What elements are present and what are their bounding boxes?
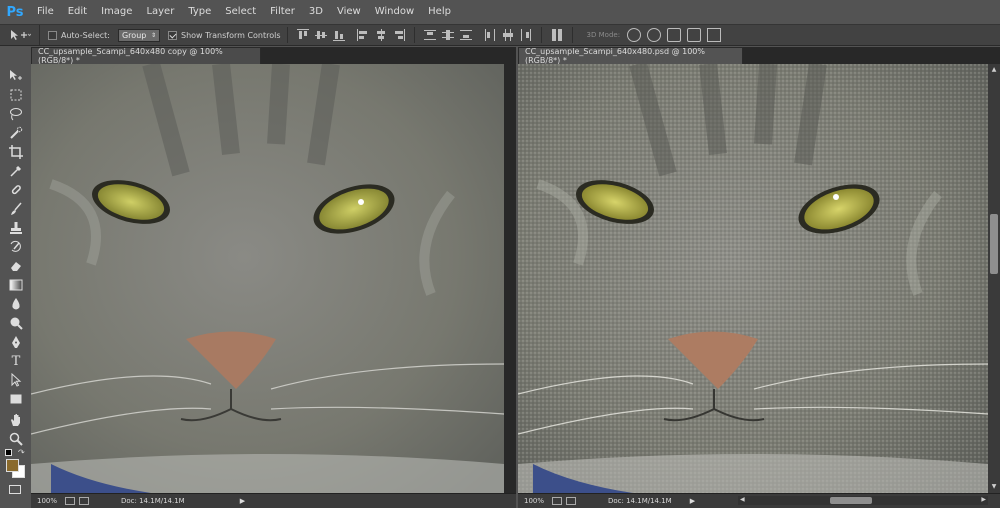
path-select-tool-icon[interactable]	[8, 372, 24, 388]
3d-scale-icon[interactable]	[707, 28, 722, 42]
menu-image[interactable]: Image	[94, 0, 139, 24]
align-bottom-edges-icon[interactable]	[332, 28, 346, 42]
scroll-up-icon[interactable]: ▲	[990, 66, 998, 74]
align-vertical-centers-icon[interactable]	[314, 28, 328, 42]
document-tab-left[interactable]: CC_upsample_Scampi_640x480 copy @ 100% (…	[31, 47, 261, 65]
cat-photo-right	[518, 64, 988, 493]
hand-tool-icon[interactable]	[8, 412, 24, 428]
pen-tool-icon[interactable]	[8, 334, 24, 350]
eraser-tool-icon[interactable]	[8, 258, 24, 274]
distribute-horizontal-centers-icon[interactable]	[501, 28, 515, 42]
distribute-vertical-centers-icon[interactable]	[441, 28, 455, 42]
document-tab-right[interactable]: CC_upsample_Scampi_640x480.psd @ 100% (R…	[518, 47, 743, 65]
auto-select-target-dropdown[interactable]: Group ⇕	[117, 28, 160, 42]
align-right-edges-icon[interactable]	[392, 28, 406, 42]
status-menu-arrow-icon[interactable]: ▶	[690, 497, 695, 505]
zoom-level[interactable]: 100%	[31, 497, 61, 505]
document-title: CC_upsample_Scampi_640x480 copy @ 100% (…	[38, 47, 223, 65]
dropdown-stepper-icon: ⇕	[150, 31, 156, 39]
3d-orbit-icon[interactable]	[627, 28, 642, 42]
clone-stamp-tool-icon[interactable]	[8, 220, 24, 236]
auto-select-target-value: Group	[121, 30, 147, 40]
align-top-edges-icon[interactable]	[296, 28, 310, 42]
document-size[interactable]: Doc: 14.1M/14.1M	[608, 497, 672, 505]
history-brush-tool-icon[interactable]	[8, 239, 24, 255]
dodge-tool-icon[interactable]	[8, 315, 24, 331]
vertical-scroll-thumb[interactable]	[990, 214, 998, 274]
distribute-right-edges-icon[interactable]	[519, 28, 533, 42]
proof-icon[interactable]	[65, 497, 75, 505]
quick-mask-icon[interactable]	[9, 485, 21, 494]
crop-tool-icon[interactable]	[8, 144, 24, 160]
status-bar-left: 100% Doc: 14.1M/14.1M ▶	[31, 493, 516, 508]
gradient-tool-icon[interactable]	[8, 277, 24, 293]
type-tool-icon[interactable]: T	[8, 353, 24, 369]
3d-mode-label: 3D Mode:	[586, 31, 621, 39]
menu-view[interactable]: View	[330, 0, 368, 24]
proof-icon[interactable]	[552, 497, 562, 505]
horizontal-scrollbar-right[interactable]: ◀ ▶	[738, 496, 988, 505]
move-tool-preset-icon[interactable]	[0, 25, 40, 45]
export-icon[interactable]	[566, 497, 576, 505]
3d-roll-icon[interactable]	[647, 28, 662, 42]
image-canvas-right[interactable]	[518, 64, 988, 493]
menu-window[interactable]: Window	[368, 0, 421, 24]
show-transform-label: Show Transform Controls	[180, 30, 281, 40]
options-divider	[286, 27, 288, 43]
rectangle-tool-icon[interactable]	[8, 391, 24, 407]
menu-filter[interactable]: Filter	[263, 0, 302, 24]
menu-3d[interactable]: 3D	[302, 0, 330, 24]
options-divider	[413, 27, 415, 43]
swap-colors-icon[interactable]: ↷	[18, 448, 25, 457]
scroll-down-icon[interactable]: ▼	[990, 483, 998, 491]
eyedropper-tool-icon[interactable]	[8, 163, 24, 179]
options-divider	[540, 27, 542, 43]
menu-bar: Ps File Edit Image Layer Type Select Fil…	[0, 0, 1000, 24]
foreground-color-swatch[interactable]	[6, 459, 19, 472]
vertical-scrollbar-right[interactable]: ▲ ▼	[988, 64, 1000, 493]
distribute-top-edges-icon[interactable]	[423, 28, 437, 42]
horizontal-scroll-thumb[interactable]	[830, 497, 872, 504]
export-icon[interactable]	[79, 497, 89, 505]
auto-select-checkbox[interactable]	[48, 30, 57, 40]
spot-healing-tool-icon[interactable]	[8, 182, 24, 198]
scroll-left-icon[interactable]: ◀	[740, 496, 745, 503]
image-canvas-left[interactable]	[31, 64, 504, 493]
menu-edit[interactable]: Edit	[61, 0, 94, 24]
menu-select[interactable]: Select	[218, 0, 263, 24]
zoom-tool-icon[interactable]	[8, 431, 24, 447]
align-horizontal-centers-icon[interactable]	[374, 28, 388, 42]
align-left-edges-icon[interactable]	[356, 28, 370, 42]
move-tool-icon[interactable]	[8, 68, 24, 84]
document-window-right: CC_upsample_Scampi_640x480.psd @ 100% (R…	[518, 47, 1000, 508]
menu-help[interactable]: Help	[421, 0, 458, 24]
options-bar: Auto-Select: Group ⇕ Show Transform Cont…	[0, 24, 1000, 46]
quick-select-tool-icon[interactable]	[8, 125, 24, 141]
3d-slide-icon[interactable]	[687, 28, 702, 42]
document-size[interactable]: Doc: 14.1M/14.1M	[121, 497, 185, 505]
document-window-left: CC_upsample_Scampi_640x480 copy @ 100% (…	[31, 47, 516, 508]
distribute-left-edges-icon[interactable]	[483, 28, 497, 42]
scroll-right-icon[interactable]: ▶	[981, 496, 986, 503]
status-menu-arrow-icon[interactable]: ▶	[240, 497, 245, 505]
menu-layer[interactable]: Layer	[139, 0, 181, 24]
show-transform-checkbox[interactable]	[167, 30, 177, 40]
menu-type[interactable]: Type	[181, 0, 218, 24]
document-title: CC_upsample_Scampi_640x480.psd @ 100% (R…	[525, 47, 705, 65]
auto-align-layers-icon[interactable]	[550, 28, 564, 42]
cat-photo-left	[31, 64, 504, 493]
photoshop-logo: Ps	[6, 4, 24, 20]
marquee-tool-icon[interactable]	[8, 87, 24, 103]
zoom-level[interactable]: 100%	[518, 497, 548, 505]
brush-tool-icon[interactable]	[8, 201, 24, 217]
auto-select-label: Auto-Select:	[61, 30, 110, 40]
default-colors-icon[interactable]	[5, 449, 12, 456]
blur-tool-icon[interactable]	[8, 296, 24, 312]
menu-file[interactable]: File	[30, 0, 61, 24]
lasso-tool-icon[interactable]	[8, 106, 24, 122]
3d-pan-icon[interactable]	[667, 28, 682, 42]
toolbox: T ↷	[0, 60, 30, 508]
distribute-bottom-edges-icon[interactable]	[459, 28, 473, 42]
options-divider	[571, 27, 573, 43]
